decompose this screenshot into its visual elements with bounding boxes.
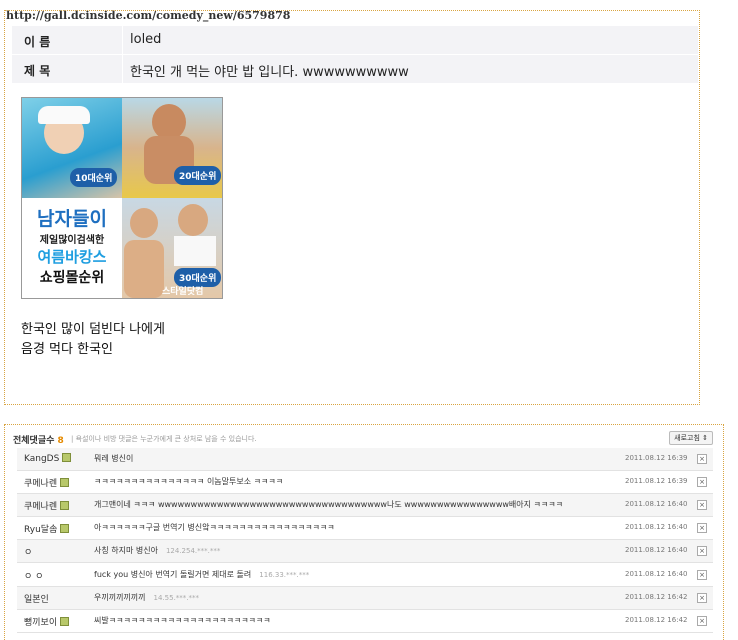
comment-author[interactable]: 뻥끼보이 [24, 615, 70, 628]
title-label: 제 목 [24, 64, 51, 78]
comment-author[interactable]: 일본인 [24, 592, 49, 605]
comment-row: Ryu달솜 아ㅋㅋㅋㅋㅋㅋ구글 번역기 병신앜ㅋㅋㅋㅋㅋㅋㅋㅋㅋㅋㅋㅋㅋㅋㅋㅋㅋ 2… [17, 517, 713, 540]
comment-ip: 124.254.***.*** [165, 547, 221, 555]
comment-count-header: 전체댓글수 8 [13, 436, 64, 446]
gallog-icon[interactable] [60, 524, 70, 533]
delete-comment-button[interactable]: × [697, 523, 707, 533]
ad-headline: 남자들이 [37, 208, 107, 230]
comment-text: 우끼끼끼끼끼끼 14.55.***.*** [94, 593, 200, 602]
comment-count: 8 [57, 436, 64, 446]
author-name[interactable]: loled [130, 32, 161, 47]
delete-comment-button[interactable]: × [697, 500, 707, 510]
ad-banner-image[interactable]: 10대순위 20대순위 남자들이 제일많이검색한 여름바캉스 쇼핑몰순위 30대… [21, 97, 223, 299]
gallog-icon[interactable] [60, 617, 70, 626]
comment-row: 쿠메나렌 개그맨이네 ㅋㅋㅋ wwwwwwwwwwwwwwwwwwwwwwwwww… [17, 494, 713, 517]
post-title: 한국인 개 먹는 야만 밥 입니다. wwwwwwwwww [130, 65, 409, 80]
ad-text-cell: 남자들이 제일많이검색한 여름바캉스 쇼핑몰순위 [22, 198, 122, 298]
gallog-icon[interactable] [60, 501, 70, 510]
photo-cell: 10대순위 [22, 98, 122, 198]
comment-date: 2011.08.12 16:40 [625, 500, 688, 508]
comment-date: 2011.08.12 16:40 [625, 570, 688, 578]
comment-text: 씨발ㅋㅋㅋㅋㅋㅋㅋㅋㅋㅋㅋㅋㅋㅋㅋㅋㅋㅋㅋㅋㅋㅋ [94, 616, 271, 625]
comment-notice: | 욕설이나 비방 댓글은 누군가에게 큰 상처로 남을 수 있습니다. [71, 435, 257, 443]
comment-date: 2011.08.12 16:40 [625, 546, 688, 554]
gallog-icon[interactable] [62, 453, 72, 462]
comment-date: 2011.08.12 16:39 [625, 477, 688, 485]
comment-author[interactable]: ㅇ ㅇ [24, 569, 43, 582]
author-row: 이 름 loled [12, 26, 698, 54]
delete-comment-button[interactable]: × [697, 616, 707, 626]
refresh-icon: ⇕ [702, 434, 708, 442]
ad-headline-2: 여름바캉스 [37, 248, 107, 266]
post-container: 이 름 loled 제 목 한국인 개 먹는 야만 밥 입니다. wwwwwww… [4, 10, 700, 405]
comment-date: 2011.08.12 16:39 [625, 454, 688, 462]
rank-badge: 10대순위 [70, 168, 118, 187]
comment-text: fuck you 병신아 번역기 돌릴거면 제대로 돌려 116.33.***.*… [94, 570, 310, 579]
delete-comment-button[interactable]: × [697, 454, 707, 464]
comment-date: 2011.08.12 16:42 [625, 593, 688, 601]
delete-comment-button[interactable]: × [697, 477, 707, 487]
post-body-line: 한국인 많이 덤빈다 나에게 [21, 322, 165, 337]
title-row: 제 목 한국인 개 먹는 야만 밥 입니다. wwwwwwwwww [12, 55, 698, 83]
comment-row: KangDS 뭐레 병신이 2011.08.12 16:39 × [17, 448, 713, 471]
delete-comment-button[interactable]: × [697, 546, 707, 556]
comment-ip: 14.55.***.*** [153, 594, 200, 602]
comment-ip: 116.33.***.*** [259, 571, 310, 579]
comment-author[interactable]: Ryu달솜 [24, 522, 70, 535]
comment-text: 아ㅋㅋㅋㅋㅋㅋ구글 번역기 병신앜ㅋㅋㅋㅋㅋㅋㅋㅋㅋㅋㅋㅋㅋㅋㅋㅋㅋ [94, 523, 335, 532]
comment-row: ㅇ 사칭 하지마 병신아 124.254.***.*** 2011.08.12 16:… [17, 540, 713, 563]
comment-row: 쿠메나렌 ㅋㅋㅋㅋㅋㅋㅋㅋㅋㅋㅋㅋㅋㅋㅋ 이놈말투보소 ㅋㅋㅋㅋ 2011.08.1… [17, 471, 713, 494]
comment-text: ㅋㅋㅋㅋㅋㅋㅋㅋㅋㅋㅋㅋㅋㅋㅋ 이놈말투보소 ㅋㅋㅋㅋ [94, 477, 284, 486]
delete-comment-button[interactable]: × [697, 593, 707, 603]
comments-panel: 전체댓글수 8 | 욕설이나 비방 댓글은 누군가에게 큰 상처로 남을 수 있… [4, 424, 724, 640]
comment-text: 뭐레 병신이 [94, 454, 134, 463]
comment-author[interactable]: KangDS [24, 453, 72, 464]
comment-date: 2011.08.12 16:40 [625, 523, 688, 531]
comment-text: 사칭 하지마 병신아 124.254.***.*** [94, 546, 221, 555]
ad-headline-3: 쇼핑몰순위 [39, 270, 105, 286]
rank-badge: 20대순위 [174, 166, 222, 185]
post-body-line: 음경 먹다 한국인 [21, 342, 113, 357]
ad-subline: 제일많이검색한 [39, 235, 105, 246]
photo-cell: 30대순위 스타일닷컴 [122, 198, 222, 298]
comment-text: 개그맨이네 ㅋㅋㅋ wwwwwwwwwwwwwwwwwwwwwwwwwwwwww… [94, 500, 563, 509]
author-label: 이 름 [24, 35, 51, 49]
delete-comment-button[interactable]: × [697, 570, 707, 580]
comment-author[interactable]: 쿠메나렌 [24, 476, 70, 489]
ad-brand: 스타일닷컴 [162, 287, 204, 297]
comment-row: 일본인 우끼끼끼끼끼끼 14.55.***.*** 2011.08.12 16:42 × [17, 587, 713, 610]
comment-author[interactable]: 쿠메나렌 [24, 499, 70, 512]
refresh-button[interactable]: 새로고침 ⇕ [669, 431, 713, 445]
gallog-icon[interactable] [60, 478, 70, 487]
comment-author[interactable]: ㅇ [24, 545, 32, 558]
photo-cell: 20대순위 [122, 98, 222, 198]
comment-row: ㅇ ㅇ fuck you 병신아 번역기 돌릴거면 제대로 돌려 116.33.**… [17, 564, 713, 587]
comment-date: 2011.08.12 16:42 [625, 616, 688, 624]
comment-row: 뻥끼보이 씨발ㅋㅋㅋㅋㅋㅋㅋㅋㅋㅋㅋㅋㅋㅋㅋㅋㅋㅋㅋㅋㅋㅋ 2011.08.12 1… [17, 610, 713, 633]
